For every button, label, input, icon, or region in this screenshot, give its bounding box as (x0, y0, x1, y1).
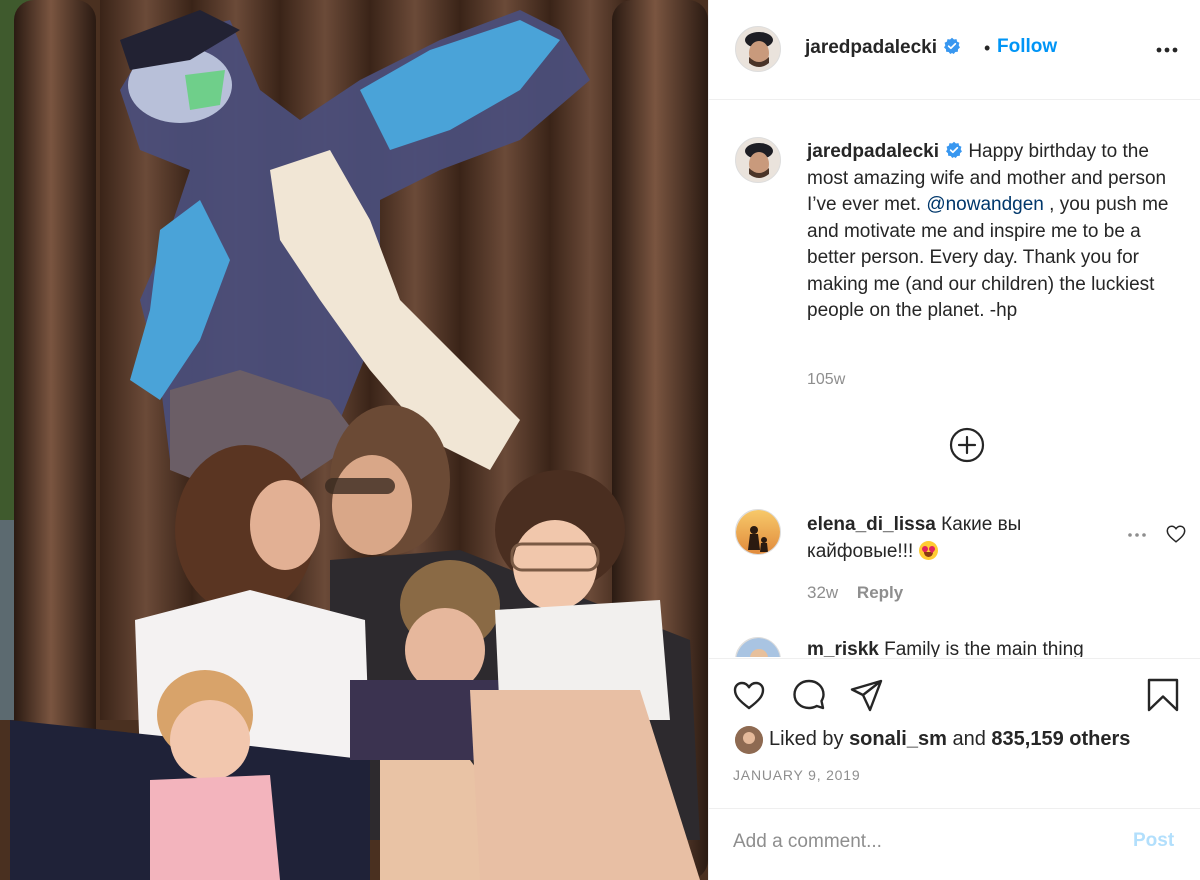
likes-summary: Liked by sonali_sm and 835,159 others (769, 728, 1130, 751)
verified-badge-icon (944, 37, 960, 55)
liked-by-prefix: Liked by (769, 728, 844, 750)
bookmark-icon[interactable] (1145, 677, 1181, 713)
liked-by-avatar[interactable] (735, 726, 763, 754)
comment-like-heart-icon[interactable] (1165, 523, 1187, 545)
caption-mention-link[interactable]: @nowandgen (926, 194, 1044, 215)
author-avatar[interactable] (735, 26, 781, 72)
liked-by-middle: and (952, 728, 986, 750)
comment-text: Family is the main thing (884, 639, 1084, 657)
share-icon[interactable] (849, 677, 885, 713)
caption-username[interactable]: jaredpadalecki (807, 141, 939, 162)
plus-circle-icon[interactable] (949, 427, 985, 463)
comment-timestamp[interactable]: 32w (807, 583, 838, 602)
commenter-avatar[interactable] (735, 509, 781, 555)
post-header: jaredpadalecki • Follow (709, 0, 1200, 100)
comment-icon[interactable] (791, 677, 827, 713)
separator-dot: • (984, 38, 991, 58)
more-horizontal-icon[interactable] (1125, 523, 1149, 547)
commenter-avatar[interactable] (735, 637, 781, 657)
more-horizontal-icon[interactable] (1153, 36, 1181, 64)
follow-button[interactable]: Follow (997, 36, 1057, 58)
comments-list[interactable]: jaredpadalecki Happy birthday to the mos… (709, 101, 1200, 657)
post-photo[interactable] (0, 0, 708, 880)
caption-author-avatar[interactable] (735, 137, 781, 183)
caption-timestamp[interactable]: 105w (807, 371, 845, 389)
comment-item: m_riskk Family is the main thing (807, 639, 1084, 657)
post-comment-button[interactable]: Post (1133, 830, 1174, 852)
heart-eyes-emoji-icon (918, 541, 938, 560)
reply-button[interactable]: Reply (857, 583, 903, 602)
author-username[interactable]: jaredpadalecki (805, 37, 961, 59)
comment-meta: 32w Reply (807, 583, 903, 603)
author-username-text[interactable]: jaredpadalecki (805, 37, 937, 58)
add-comment-bar: Post (709, 808, 1200, 880)
post-side-panel: jaredpadalecki • Follow jaredpadalecki H… (708, 0, 1200, 880)
post-caption: jaredpadalecki Happy birthday to the mos… (807, 139, 1187, 325)
comment-username[interactable]: elena_di_lissa (807, 514, 936, 535)
post-date[interactable]: JANUARY 9, 2019 (733, 767, 860, 783)
liked-by-user-link[interactable]: sonali_sm (849, 728, 947, 750)
post-actions-bar: Liked by sonali_sm and 835,159 others JA… (709, 658, 1200, 808)
comment-input[interactable] (733, 827, 1113, 857)
family-photo-illustration (0, 0, 708, 880)
heart-icon[interactable] (731, 677, 767, 713)
likes-count-link[interactable]: 835,159 others (991, 728, 1130, 750)
verified-badge-icon (946, 141, 962, 159)
comment-item: elena_di_lissa Какие вы кайфовые!!! (807, 511, 1107, 565)
comment-username[interactable]: m_riskk (807, 639, 879, 657)
